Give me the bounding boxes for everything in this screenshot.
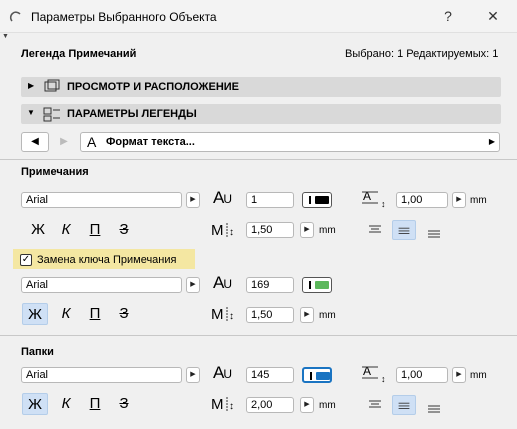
unit-label: mm [470, 370, 487, 381]
override-pen-field[interactable]: 169 [246, 277, 294, 293]
italic-toggle[interactable]: К [53, 219, 79, 241]
collapse-arrow-icon: ▼ [27, 108, 35, 117]
override-font-menu-button[interactable]: ▶ [186, 277, 200, 293]
notes-size-menu-button[interactable]: ▶ [452, 192, 466, 208]
folders-pen-field[interactable]: 145 [246, 367, 294, 383]
pen-icon: AU [213, 188, 232, 207]
align-left-icon[interactable] [364, 395, 388, 415]
collapse-arrow-icon: ▼ [2, 33, 9, 40]
text-size-icon: A ↕ [362, 365, 386, 383]
align-left-icon[interactable] [364, 220, 388, 240]
width-factor-icon: M ↕ [211, 222, 234, 239]
override-pen-color[interactable] [302, 277, 332, 293]
unit-label: mm [319, 310, 336, 321]
notes-width-field[interactable]: 1,50 [246, 222, 294, 238]
page-dropdown[interactable]: A Формат текста... ▶ [80, 132, 500, 152]
notes-font-field[interactable]: Arial [21, 192, 182, 208]
unit-label: mm [319, 225, 336, 236]
svg-text:M: M [211, 306, 224, 323]
strikethrough-toggle[interactable]: З [111, 219, 137, 241]
override-checkbox[interactable]: ✓ [20, 254, 32, 266]
notes-width-menu-button[interactable]: ▶ [300, 222, 314, 238]
bold-toggle[interactable]: Ж [22, 393, 48, 415]
override-checkbox-label[interactable]: Замена ключа Примечания [37, 254, 176, 266]
svg-text:↕: ↕ [381, 199, 386, 208]
underline-toggle[interactable]: П [82, 219, 108, 241]
strikethrough-toggle[interactable]: З [111, 303, 137, 325]
folders-width-field[interactable]: 2,00 [246, 397, 294, 413]
italic-toggle[interactable]: К [53, 303, 79, 325]
width-factor-icon: M ↕ [211, 306, 234, 323]
expand-arrow-icon: ▶ [28, 81, 35, 90]
svg-text:M: M [211, 222, 224, 239]
notes-heading: Примечания [21, 166, 89, 178]
italic-toggle[interactable]: К [53, 393, 79, 415]
section-label: ПАРАМЕТРЫ ЛЕГЕНДЫ [67, 108, 197, 120]
align-right-icon[interactable] [423, 224, 447, 244]
text-format-icon: A [87, 134, 97, 150]
bold-toggle[interactable]: Ж [22, 303, 48, 325]
prev-page-button[interactable]: ◀ [21, 132, 49, 152]
title-bar: Параметры Выбранного Объекта ? ✕ [0, 0, 517, 33]
svg-text:↕: ↕ [229, 227, 234, 238]
folders-size-field[interactable]: 1,00 [396, 367, 448, 383]
override-pen-swatch [315, 281, 329, 289]
pen-icon: AU [213, 273, 232, 292]
folders-font-field[interactable]: Arial [21, 367, 182, 383]
override-width-menu-button[interactable]: ▶ [300, 307, 314, 323]
align-center-icon[interactable] [392, 220, 416, 240]
folders-pen-swatch [316, 372, 330, 380]
dropdown-arrow-icon: ▶ [488, 137, 495, 146]
width-factor-icon: M ↕ [211, 396, 234, 413]
unit-label: mm [470, 195, 487, 206]
notes-pen-color[interactable] [302, 192, 332, 208]
folders-size-menu-button[interactable]: ▶ [452, 367, 466, 383]
svg-text:↕: ↕ [229, 401, 234, 412]
override-font-field[interactable]: Arial [21, 277, 182, 293]
folders-width-menu-button[interactable]: ▶ [300, 397, 314, 413]
notes-font-menu-button[interactable]: ▶ [186, 192, 200, 208]
next-page-button[interactable]: ▶ [54, 132, 74, 152]
legend-icon [43, 107, 60, 122]
object-name: Легенда Примечаний [21, 48, 137, 60]
notes-pen-field[interactable]: 1 [246, 192, 294, 208]
align-center-icon[interactable] [392, 395, 416, 415]
override-width-field[interactable]: 1,50 [246, 307, 294, 323]
pen-icon: AU [213, 363, 232, 382]
notes-size-field[interactable]: 1,00 [396, 192, 448, 208]
close-button[interactable]: ✕ [482, 6, 504, 26]
underline-toggle[interactable]: П [82, 303, 108, 325]
divider [0, 159, 517, 160]
app-icon [9, 11, 21, 22]
divider [0, 335, 517, 336]
folders-font-menu-button[interactable]: ▶ [186, 367, 200, 383]
text-size-icon: A ↕ [362, 190, 386, 208]
notes-pen-swatch [315, 196, 329, 204]
help-button[interactable]: ? [437, 6, 459, 26]
bold-toggle[interactable]: Ж [25, 219, 51, 241]
folders-pen-color[interactable] [302, 367, 332, 383]
unit-label: mm [319, 400, 336, 411]
section-label: ПРОСМОТР И РАСПОЛОЖЕНИЕ [67, 81, 240, 93]
svg-text:M: M [211, 396, 224, 413]
page-dropdown-label: Формат текста... [106, 136, 195, 148]
folders-heading: Папки [21, 346, 54, 358]
section-legend-params[interactable]: ▼ ПАРАМЕТРЫ ЛЕГЕНДЫ [21, 104, 501, 124]
section-view-placement[interactable]: ▶ ПРОСМОТР И РАСПОЛОЖЕНИЕ [21, 77, 501, 97]
window-title: Параметры Выбранного Объекта [31, 10, 217, 24]
svg-text:↕: ↕ [381, 374, 386, 383]
align-right-icon[interactable] [423, 399, 447, 419]
selection-info: Выбрано: 1 Редактируемых: 1 [345, 48, 499, 60]
placement-icon [44, 79, 60, 92]
strikethrough-toggle[interactable]: З [111, 393, 137, 415]
svg-text:↕: ↕ [229, 311, 234, 322]
underline-toggle[interactable]: П [82, 393, 108, 415]
